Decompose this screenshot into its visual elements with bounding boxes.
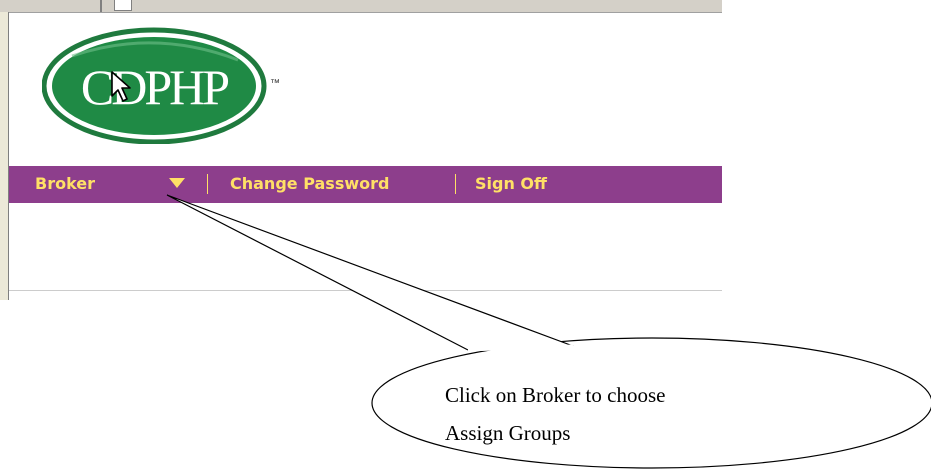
- mouse-cursor-icon: [111, 71, 131, 102]
- toolbar-separator: [100, 0, 102, 12]
- page-divider: [9, 290, 722, 291]
- main-nav-bar: Broker Change Password Sign Off: [9, 166, 722, 203]
- callout-line-1: Click on Broker to choose: [445, 383, 666, 407]
- nav-separator: [455, 174, 456, 194]
- browser-toolbar-strip: [0, 0, 722, 13]
- cdphp-logo: CDPHP ™: [42, 27, 280, 144]
- toolbar-button[interactable]: [114, 0, 132, 11]
- change-password-link[interactable]: Change Password: [230, 174, 389, 193]
- broker-dropdown-arrow-icon[interactable]: [169, 178, 185, 188]
- nav-separator: [207, 174, 208, 194]
- callout-line-2: Assign Groups: [445, 421, 571, 445]
- broker-menu[interactable]: Broker: [35, 174, 95, 193]
- callout-text: Click on Broker to choose Assign Groups: [445, 376, 825, 452]
- sign-off-link[interactable]: Sign Off: [475, 174, 547, 193]
- logo-trademark: ™: [270, 78, 280, 89]
- portal-screenshot: CDPHP ™ Broker Change Password Sign Off: [0, 0, 722, 300]
- window-left-border: [0, 12, 9, 300]
- logo-text: CDPHP: [81, 59, 228, 115]
